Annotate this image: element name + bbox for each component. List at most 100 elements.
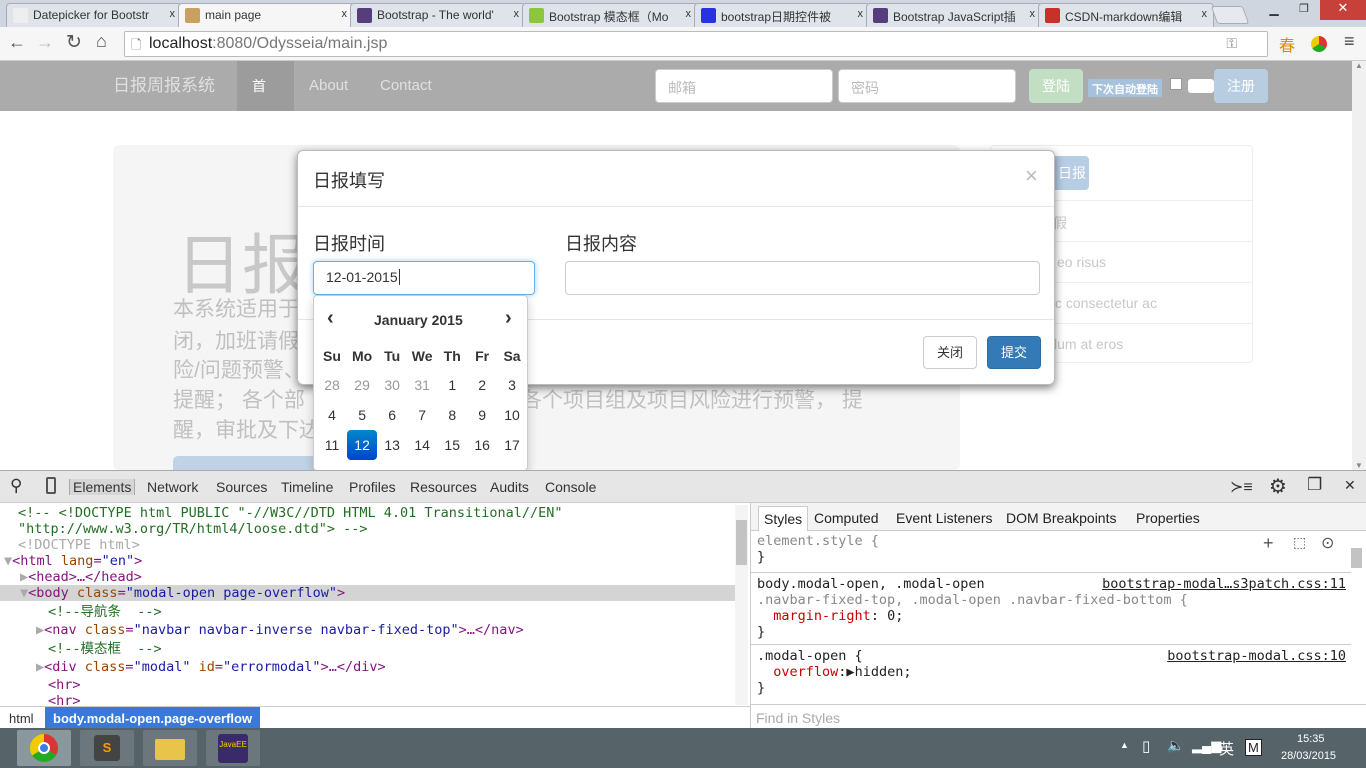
- calendar-day[interactable]: 11: [317, 430, 347, 460]
- devtools-tab-console[interactable]: Console: [545, 479, 596, 495]
- dock-icon[interactable]: ❐: [1307, 475, 1322, 495]
- tab-close-icon[interactable]: x: [170, 8, 176, 20]
- password-input[interactable]: 密码: [838, 69, 1016, 103]
- calendar-day[interactable]: 10: [497, 400, 527, 430]
- calendar-day[interactable]: 31: [407, 370, 437, 400]
- menu-icon[interactable]: ≡: [1344, 31, 1355, 52]
- taskbar-java-ee-ide[interactable]: JavaEE: [206, 730, 260, 766]
- calendar-day[interactable]: 3: [497, 370, 527, 400]
- tab-close-icon[interactable]: x: [342, 8, 348, 20]
- breadcrumb-body[interactable]: body.modal-open.page-overflow: [45, 707, 261, 730]
- calendar-day[interactable]: 29: [347, 370, 377, 400]
- tab-close-icon[interactable]: x: [1030, 8, 1036, 20]
- login-button[interactable]: 登陆: [1029, 69, 1083, 103]
- new-tab-button[interactable]: [1210, 6, 1250, 24]
- nav-contact[interactable]: Contact: [365, 61, 447, 111]
- taskbar-chrome[interactable]: [17, 730, 71, 766]
- search-icon[interactable]: ⚲: [10, 476, 22, 496]
- extension-icon[interactable]: [1311, 36, 1327, 52]
- nav-about[interactable]: About: [294, 61, 363, 111]
- calendar-day[interactable]: 5: [347, 400, 377, 430]
- key-icon[interactable]: ⚿: [1226, 35, 1237, 52]
- browser-tab[interactable]: main page x: [178, 3, 354, 27]
- console-drawer-icon[interactable]: ≻≡: [1230, 477, 1253, 497]
- battery-icon[interactable]: ▯: [1142, 737, 1150, 755]
- calendar-day[interactable]: 14: [407, 430, 437, 460]
- calendar-day[interactable]: 7: [407, 400, 437, 430]
- calendar-day[interactable]: 8: [437, 400, 467, 430]
- clock-time[interactable]: 15:35: [1297, 733, 1325, 745]
- tab-close-icon[interactable]: x: [514, 8, 520, 20]
- close-window-button[interactable]: ✕: [1320, 0, 1366, 20]
- devtools-tab-timeline[interactable]: Timeline: [281, 479, 333, 495]
- ime-mode[interactable]: M: [1245, 739, 1262, 756]
- tab-close-icon[interactable]: x: [858, 8, 864, 20]
- calendar-day[interactable]: 2: [467, 370, 497, 400]
- clock-date[interactable]: 28/03/2015: [1281, 750, 1336, 762]
- devtools-tab-sources[interactable]: Sources: [216, 479, 267, 495]
- back-icon[interactable]: ←: [8, 32, 26, 53]
- calendar-day[interactable]: 12: [347, 430, 378, 460]
- register-button[interactable]: 注册: [1214, 69, 1268, 103]
- tray-overflow-icon[interactable]: ▲: [1120, 740, 1129, 750]
- next-month-button[interactable]: ›: [505, 307, 512, 330]
- content-input[interactable]: [565, 261, 1040, 295]
- css-property[interactable]: margin-right: [773, 608, 871, 624]
- calendar-day[interactable]: 16: [467, 430, 497, 460]
- url-bar[interactable]: 🗋 localhost:8080/Odysseia/main.jsp ⚿: [124, 31, 1268, 57]
- calendar-day[interactable]: 6: [377, 400, 407, 430]
- email-input[interactable]: 邮箱: [655, 69, 833, 103]
- prev-month-button[interactable]: ‹: [327, 307, 334, 330]
- maximize-button[interactable]: ❐: [1292, 2, 1316, 20]
- devtools-tab-network[interactable]: Network: [147, 479, 198, 495]
- breadcrumb-html[interactable]: html: [9, 711, 34, 726]
- tab-close-icon[interactable]: x: [1202, 8, 1208, 20]
- remember-checkbox[interactable]: [1170, 78, 1182, 90]
- browser-tab[interactable]: Bootstrap 模态框（Mo x: [522, 3, 698, 27]
- date-input[interactable]: 12-01-2015: [313, 261, 535, 295]
- devtools-tab-resources[interactable]: Resources: [410, 479, 477, 495]
- css-value[interactable]: 0;: [887, 608, 903, 624]
- animation-icon[interactable]: ⊙: [1321, 533, 1334, 553]
- browser-tab[interactable]: Bootstrap JavaScript插 x: [866, 3, 1042, 27]
- calendar-day[interactable]: 30: [377, 370, 407, 400]
- dom-tree[interactable]: <!-- <!DOCTYPE html PUBLIC "-//W3C//DTD …: [0, 505, 735, 705]
- devtools-tab-audits[interactable]: Audits: [490, 479, 529, 495]
- gear-icon[interactable]: ⚙: [1269, 474, 1287, 499]
- taskbar-sublime[interactable]: S: [80, 730, 134, 766]
- close-icon[interactable]: ✕: [1344, 477, 1356, 494]
- tab-properties[interactable]: Properties: [1136, 510, 1200, 526]
- extension-icon[interactable]: 春: [1279, 32, 1295, 56]
- calendar-day[interactable]: 17: [497, 430, 527, 460]
- dom-scrollbar[interactable]: [735, 505, 748, 705]
- ime-indicator[interactable]: 英: [1219, 738, 1234, 759]
- volume-icon[interactable]: 🔈: [1167, 737, 1184, 754]
- nav-home[interactable]: 首页: [237, 61, 294, 144]
- navbar-brand[interactable]: 日报周报系统: [98, 61, 230, 111]
- reload-icon[interactable]: ↻: [66, 31, 82, 54]
- learn-more-button[interactable]: [173, 456, 323, 470]
- tab-dom-breakpoints[interactable]: DOM Breakpoints: [1006, 510, 1116, 526]
- modal-submit-button[interactable]: 提交: [987, 336, 1041, 369]
- calendar-day[interactable]: 13: [377, 430, 407, 460]
- modal-close-button[interactable]: ×: [1025, 163, 1038, 189]
- browser-tab[interactable]: Bootstrap - The world' x: [350, 3, 526, 27]
- devtools-tab-profiles[interactable]: Profiles: [349, 479, 396, 495]
- device-mode-icon[interactable]: [46, 477, 56, 494]
- devtools-tab-elements[interactable]: Elements: [69, 479, 136, 495]
- tab-styles[interactable]: Styles: [758, 506, 809, 531]
- calendar-day[interactable]: 9: [467, 400, 497, 430]
- calendar-day[interactable]: 4: [317, 400, 347, 430]
- small-input[interactable]: [1188, 79, 1214, 93]
- browser-tab[interactable]: bootstrap日期控件被 x: [694, 3, 870, 27]
- calendar-day[interactable]: 1: [437, 370, 467, 400]
- modal-cancel-button[interactable]: 关闭: [923, 336, 977, 369]
- tab-event-listeners[interactable]: Event Listeners: [896, 510, 993, 526]
- month-title[interactable]: January 2015: [374, 312, 463, 328]
- signal-icon[interactable]: ▂▄▆: [1192, 738, 1221, 754]
- page-scrollbar[interactable]: ▲ ▼: [1352, 61, 1366, 470]
- browser-tab[interactable]: CSDN-markdown编辑 x: [1038, 3, 1214, 27]
- browser-tab[interactable]: Datepicker for Bootstr x: [6, 3, 182, 27]
- calendar-day[interactable]: 15: [437, 430, 467, 460]
- source-link[interactable]: bootstrap-modal…s3patch.css:11: [1102, 576, 1346, 592]
